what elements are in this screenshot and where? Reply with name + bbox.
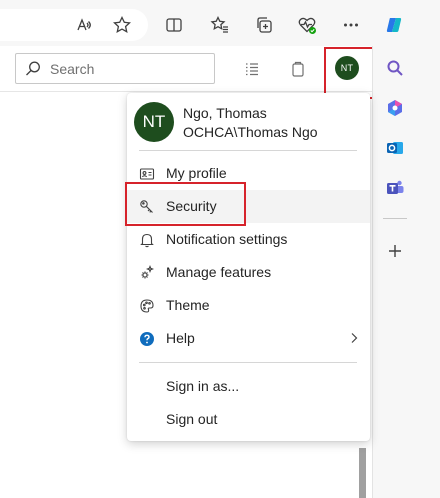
menu-divider [139,362,357,363]
menu-divider [139,150,357,151]
contact-card-icon [138,165,155,182]
outlook-icon[interactable] [383,136,407,160]
copilot-icon[interactable] [383,96,407,120]
menu-item-label: Help [166,330,195,346]
search-input[interactable] [50,58,210,80]
more-options-icon[interactable] [337,11,365,39]
help-icon [138,330,155,347]
user-name: Ngo, Thomas [183,105,267,121]
avatar-highlight-box [324,47,378,99]
menu-item-notification-settings[interactable]: Notification settings [127,223,370,256]
favorites-icon[interactable] [206,11,234,39]
menu-item-manage-features[interactable]: Manage features [127,256,370,289]
menu-item-theme[interactable]: Theme [127,289,370,322]
menu-item-label: Manage features [166,264,272,280]
list-icon[interactable] [241,58,263,80]
teams-icon[interactable] [383,176,407,200]
menu-item-help[interactable]: Help [127,322,370,355]
menu-item-label: Sign in as... [166,378,240,394]
read-aloud-icon[interactable] [70,11,98,39]
sidebar-divider [383,218,407,219]
copilot-icon[interactable] [380,11,408,39]
avatar: NT [134,102,174,142]
menu-item-label: My profile [166,165,227,181]
chevron-right-icon [351,333,358,343]
profile-menu-header: NT Ngo, Thomas OCHCA\Thomas Ngo [127,93,370,151]
menu-item-sign-in-as[interactable]: Sign in as... [127,370,370,403]
menu-item-sign-out[interactable]: Sign out [127,403,370,436]
search-icon [26,61,40,76]
favorite-star-icon[interactable] [108,11,136,39]
add-icon[interactable] [383,239,407,263]
browser-sidebar [372,46,440,498]
clipboard-icon[interactable] [287,58,309,80]
app-header: NT [0,46,372,92]
menu-item-label: Sign out [166,411,218,427]
user-account: OCHCA\Thomas Ngo [183,124,318,140]
browser-essentials-icon[interactable] [293,11,321,39]
security-highlight-box [125,182,246,226]
profile-menu: NT Ngo, Thomas OCHCA\Thomas Ngo My profi… [127,93,370,441]
menu-item-label: Notification settings [166,231,288,247]
page-scrollbar[interactable] [359,448,366,498]
palette-icon [138,297,155,314]
browser-toolbar [0,0,440,46]
menu-item-label: Theme [166,297,210,313]
search-box[interactable] [15,53,215,84]
split-screen-icon[interactable] [160,11,188,39]
search-icon[interactable] [383,56,407,80]
collections-icon[interactable] [250,11,278,39]
bell-icon [138,231,155,248]
sparkle-settings-icon [138,264,155,281]
